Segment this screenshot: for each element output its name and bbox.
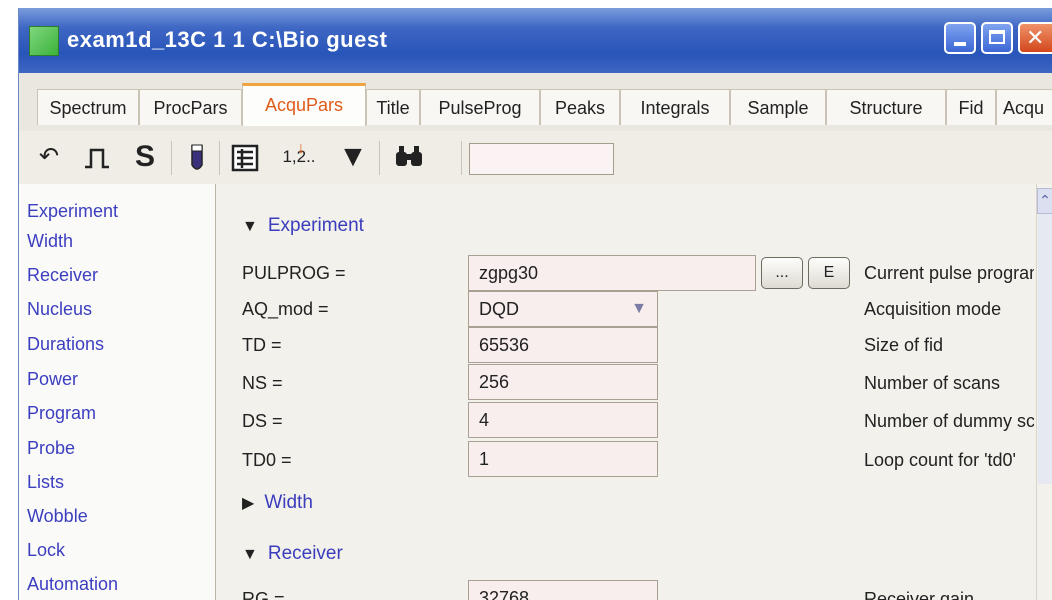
undo-icon[interactable]: ↶: [31, 140, 67, 176]
ds-description: Number of dummy scans: [864, 411, 1034, 431]
toolbar: ↶ S 1,2.. ↓ ▼: [19, 131, 1052, 185]
browse-button[interactable]: ...: [761, 257, 803, 289]
tab-acqu[interactable]: Acqu: [996, 89, 1052, 125]
ds-field[interactable]: 4: [468, 402, 658, 438]
section-width-header[interactable]: ▶ Width: [242, 488, 313, 518]
sidebar-item-lists[interactable]: Lists: [27, 468, 64, 496]
param-label-pulprog: PULPROG =: [242, 263, 346, 283]
param-label-rg: RG =: [242, 589, 285, 600]
sidebar-item-width[interactable]: Width: [27, 227, 73, 255]
section-experiment-header[interactable]: ▼ Experiment: [242, 211, 364, 241]
app-window: exam1d_13C 1 1 C:\Bio guest Spectrum Pro…: [18, 8, 1052, 600]
tab-pulseprog[interactable]: PulseProg: [420, 89, 540, 125]
tab-integrals[interactable]: Integrals: [620, 89, 730, 125]
tab-title[interactable]: Title: [366, 89, 420, 125]
title-bar[interactable]: exam1d_13C 1 1 C:\Bio guest: [19, 8, 1052, 73]
param-label-td0: TD0 =: [242, 450, 292, 470]
table-icon[interactable]: [227, 140, 263, 176]
pulprog-field[interactable]: zgpg30: [468, 255, 756, 291]
sidebar: Experiment Width Receiver Nucleus Durati…: [19, 184, 216, 600]
minimize-button[interactable]: [944, 22, 976, 54]
ns-field[interactable]: 256: [468, 364, 658, 400]
param-label-aq-mod: AQ_mod =: [242, 299, 329, 319]
pulprog-description: Current pulse program: [864, 263, 1034, 283]
tube-icon[interactable]: [179, 140, 215, 176]
aq-mod-description: Acquisition mode: [864, 299, 1002, 319]
expanded-triangle-icon: ▼: [242, 218, 258, 235]
aq-mod-select[interactable]: DQD ▼: [468, 291, 658, 327]
sidebar-item-receiver[interactable]: Receiver: [27, 261, 98, 289]
sidebar-item-power[interactable]: Power: [27, 365, 78, 393]
app-icon: [29, 26, 59, 56]
tab-sample[interactable]: Sample: [730, 89, 826, 125]
param-label-ds: DS =: [242, 411, 283, 431]
sort-numbers-icon[interactable]: 1,2.. ↓: [281, 140, 317, 176]
close-button[interactable]: [1018, 22, 1052, 54]
tab-acqupars[interactable]: AcquPars: [242, 83, 366, 126]
td0-field[interactable]: 1: [468, 441, 658, 477]
tab-fid[interactable]: Fid: [946, 89, 996, 125]
window-title: exam1d_13C 1 1 C:\Bio guest: [67, 27, 388, 52]
ns-description: Number of scans: [864, 373, 1001, 393]
s-icon[interactable]: S: [127, 140, 163, 176]
param-label-td: TD =: [242, 335, 282, 355]
sidebar-item-wobble[interactable]: Wobble: [27, 502, 88, 530]
tab-procpars[interactable]: ProcPars: [139, 89, 242, 125]
sidebar-item-durations[interactable]: Durations: [27, 330, 104, 358]
filter-icon[interactable]: ▼: [335, 140, 371, 176]
tab-structure[interactable]: Structure: [826, 89, 946, 125]
sidebar-item-lock[interactable]: Lock: [27, 536, 65, 564]
sidebar-item-automation[interactable]: Automation: [27, 570, 118, 598]
tab-spectrum[interactable]: Spectrum: [37, 89, 139, 125]
vertical-scrollbar[interactable]: ⌃: [1036, 184, 1052, 600]
td-field[interactable]: 65536: [468, 327, 658, 363]
edit-button[interactable]: E: [808, 257, 850, 289]
td-description: Size of fid: [864, 335, 944, 355]
scroll-up-icon[interactable]: ⌃: [1037, 188, 1052, 214]
section-receiver-header[interactable]: ▼ Receiver: [242, 539, 343, 569]
rg-description: Receiver gain: [864, 589, 975, 600]
expanded-triangle-icon: ▼: [242, 546, 258, 563]
chevron-down-icon: ▼: [631, 300, 647, 317]
sidebar-item-nucleus[interactable]: Nucleus: [27, 295, 92, 323]
parameters-panel: ▼ Experiment PULPROG = zgpg30 ... E Curre…: [216, 184, 1052, 600]
scroll-thumb[interactable]: [1038, 214, 1052, 484]
binoculars-icon[interactable]: [391, 140, 427, 176]
search-input[interactable]: [469, 143, 614, 175]
rg-field[interactable]: 32768: [468, 580, 658, 600]
tab-peaks[interactable]: Peaks: [540, 89, 620, 125]
tab-bar: Spectrum ProcPars AcquPars Title PulsePr…: [19, 73, 1052, 132]
maximize-button[interactable]: [981, 22, 1013, 54]
td0-description: Loop count for 'td0': [864, 450, 1016, 470]
sidebar-item-probe[interactable]: Probe: [27, 434, 75, 462]
collapsed-triangle-icon: ▶: [242, 495, 255, 512]
sidebar-item-experiment[interactable]: Experiment: [27, 197, 118, 225]
pulse-icon[interactable]: [79, 140, 115, 176]
param-label-ns: NS =: [242, 373, 283, 393]
sidebar-item-program[interactable]: Program: [27, 399, 96, 427]
